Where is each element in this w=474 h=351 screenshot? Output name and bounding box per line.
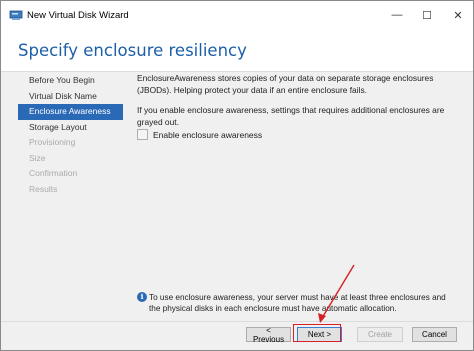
grayed-out-note: If you enable enclosure awareness, setti…: [137, 105, 445, 127]
info-message: i To use enclosure awareness, your serve…: [137, 292, 457, 314]
cancel-button[interactable]: Cancel: [412, 327, 457, 342]
nav-item-confirmation: Confirmation: [29, 168, 78, 178]
previous-button[interactable]: < Previous: [246, 326, 291, 344]
nav-item-storage-layout[interactable]: Storage Layout: [18, 120, 123, 136]
maximize-icon: ☐: [422, 9, 432, 22]
close-icon: ✕: [453, 9, 463, 22]
nav-item-virtual-disk-name[interactable]: Virtual Disk Name: [18, 89, 123, 105]
nav-item-provisioning: Provisioning: [29, 137, 76, 147]
close-button[interactable]: ✕: [443, 1, 473, 29]
minimize-icon: —: [391, 9, 403, 21]
info-text: To use enclosure awareness, your server …: [149, 293, 446, 313]
header-divider: [1, 71, 473, 72]
nav-item-before-you-begin[interactable]: Before You Begin: [18, 73, 123, 89]
nav-item-enclosure-awareness[interactable]: Enclosure Awareness: [18, 104, 123, 120]
page-title: Specify enclosure resiliency: [18, 41, 247, 60]
nav-item-size: Size: [29, 152, 46, 163]
disk-app-icon: [9, 10, 23, 20]
next-button-highlight-box: [293, 324, 341, 342]
enclosure-awareness-option[interactable]: Enable enclosure awareness: [137, 129, 262, 140]
enable-enclosure-awareness-label[interactable]: Enable enclosure awareness: [153, 130, 262, 140]
nav-item-results: Results: [29, 183, 58, 194]
wizard-steps-nav: Before You Begin Virtual Disk Name Enclo…: [18, 73, 123, 197]
enable-enclosure-awareness-checkbox[interactable]: [137, 129, 148, 140]
wizard-header: Specify enclosure resiliency: [1, 29, 473, 71]
window-title: New Virtual Disk Wizard: [27, 10, 129, 21]
title-bar: New Virtual Disk Wizard — ☐ ✕: [1, 1, 473, 29]
maximize-button[interactable]: ☐: [412, 1, 442, 29]
create-button: Create: [357, 327, 403, 342]
description-paragraph: EnclosureAwareness stores copies of your…: [137, 73, 434, 95]
content-area: EnclosureAwareness stores copies of your…: [137, 73, 457, 128]
wizard-window: New Virtual Disk Wizard — ☐ ✕ Specify en…: [0, 0, 474, 351]
info-icon: i: [137, 292, 147, 302]
minimize-button[interactable]: —: [382, 1, 412, 29]
